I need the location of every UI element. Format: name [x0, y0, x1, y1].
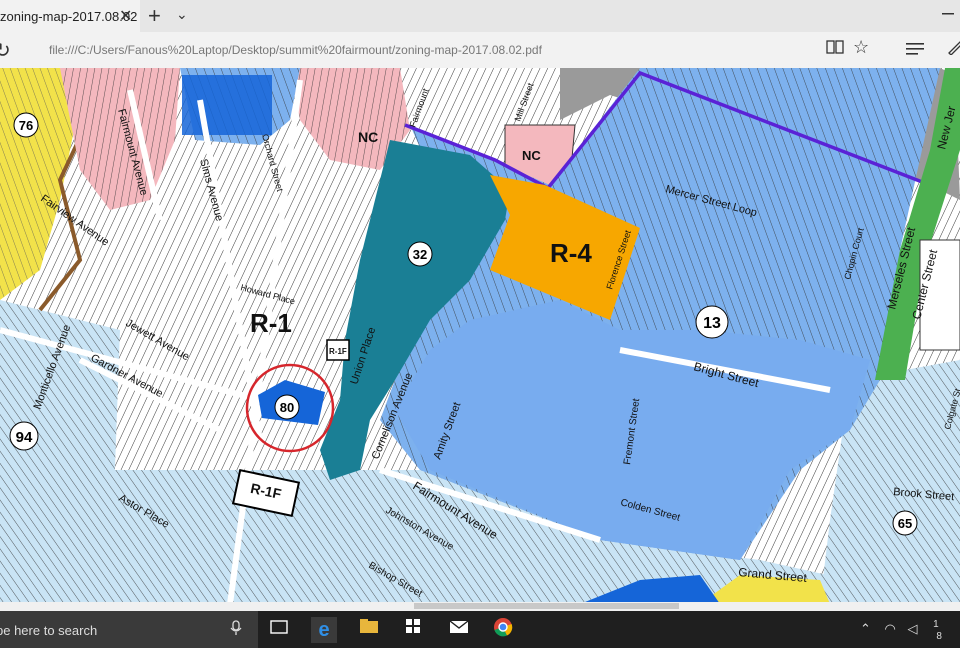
task-view-icon[interactable] — [266, 617, 292, 643]
favorite-star-icon[interactable]: ☆ — [853, 37, 869, 58]
zone-label-nc-1: NC — [358, 129, 378, 145]
new-tab-button[interactable]: + — [148, 3, 161, 29]
circle-94: 94 — [9, 421, 39, 451]
svg-text:94: 94 — [16, 429, 33, 446]
tray-chevron-icon[interactable]: ⌃ — [860, 621, 871, 636]
svg-text:76: 76 — [19, 118, 33, 133]
volume-icon[interactable]: ◁ — [908, 621, 918, 636]
svg-text:80: 80 — [280, 400, 294, 415]
tab-close-icon[interactable]: ✕ — [119, 6, 132, 26]
zone-label-r1: R-1 — [250, 308, 292, 338]
circle-13: 13 — [695, 305, 729, 339]
browser-tab[interactable]: zoning-map-2017.08.02 ✕ — [0, 0, 140, 32]
zone-label-nc-2: NC — [522, 148, 541, 163]
refresh-icon[interactable]: ↻ — [0, 38, 11, 63]
edge-browser-icon[interactable]: e — [311, 617, 337, 643]
window-controls[interactable] — [942, 6, 960, 22]
chrome-icon[interactable] — [490, 617, 516, 643]
file-explorer-icon[interactable] — [356, 617, 382, 643]
network-icon[interactable]: ◠ — [885, 621, 896, 636]
clock-time[interactable]: 1 — [933, 619, 939, 630]
circle-80: 80 — [274, 394, 300, 420]
hub-icon[interactable] — [906, 39, 924, 60]
blue-zone-top-dark — [182, 75, 272, 135]
web-note-icon[interactable] — [946, 39, 960, 60]
zoning-map-view[interactable]: R-1 R-4 NC NC R-1F R-1F 76 32 13 80 94 6… — [0, 68, 960, 604]
address-bar-row: ↻ file:///C:/Users/Fanous%20Laptop/Deskt… — [0, 32, 960, 69]
scrollbar-thumb[interactable] — [414, 603, 679, 609]
mail-icon[interactable] — [446, 617, 472, 643]
windows-store-icon[interactable] — [400, 617, 426, 643]
tab-title: zoning-map-2017.08.02 — [0, 9, 138, 24]
svg-text:13: 13 — [703, 315, 721, 332]
taskbar-search-box[interactable]: pe here to search — [0, 611, 258, 648]
circle-76: 76 — [13, 112, 39, 138]
circle-65: 65 — [892, 510, 918, 536]
microphone-icon[interactable] — [230, 620, 242, 640]
address-url[interactable]: file:///C:/Users/Fanous%20Laptop/Desktop… — [49, 43, 542, 57]
clock-date[interactable]: 8 — [936, 631, 942, 642]
tab-preview-chevron-icon[interactable]: ⌄ — [176, 6, 188, 23]
svg-text:65: 65 — [898, 516, 912, 531]
zone-label-r4: R-4 — [550, 238, 592, 268]
reading-view-icon[interactable] — [826, 39, 844, 60]
circle-32: 32 — [407, 241, 433, 267]
zone-label-r1f-a: R-1F — [329, 347, 347, 356]
windows-taskbar: pe here to search e ⌃ ◠ ◁ 1 8 — [0, 611, 960, 648]
svg-text:32: 32 — [413, 247, 427, 262]
zoning-map: R-1 R-4 NC NC R-1F R-1F 76 32 13 80 94 6… — [0, 68, 960, 604]
search-placeholder: pe here to search — [0, 623, 98, 638]
system-tray[interactable]: ⌃ ◠ ◁ 1 8 — [860, 619, 948, 642]
browser-tab-bar: zoning-map-2017.08.02 ✕ + ⌄ — [0, 0, 960, 32]
